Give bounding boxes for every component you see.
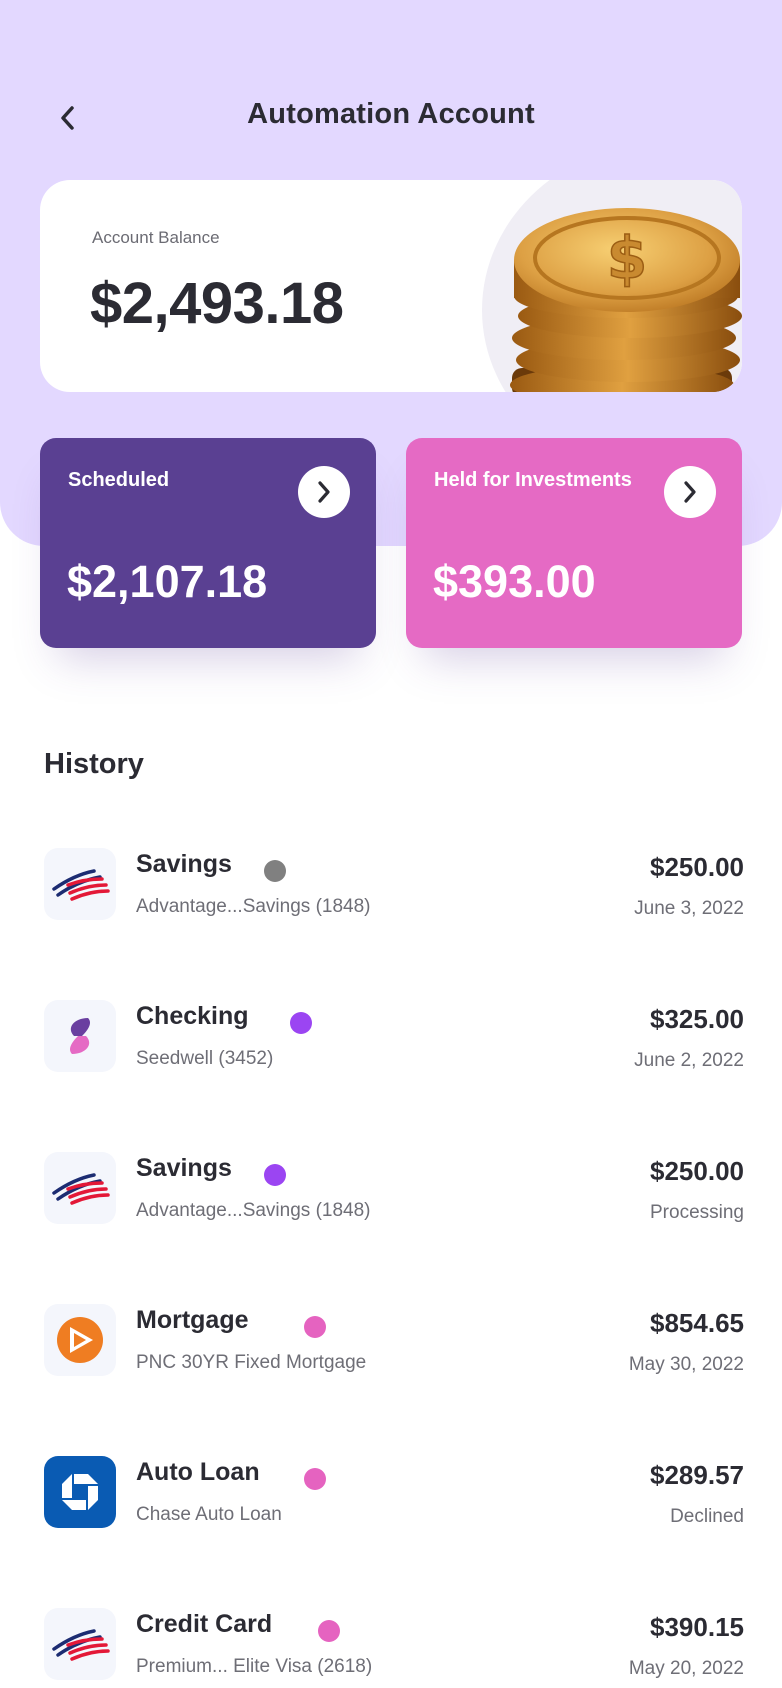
history-item-date: May 30, 2022 (628, 1354, 744, 1375)
status-dot (304, 1316, 326, 1338)
history-item[interactable]: Mortgage PNC 30YR Fixed Mortgage $854.65… (44, 1304, 744, 1394)
history-item[interactable]: Credit Card Premium... Elite Visa (2618)… (44, 1608, 744, 1688)
held-for-investments-label: Held for Investments (434, 469, 632, 491)
history-title: History (44, 748, 144, 780)
history-item-subtitle: Advantage...Savings (1848) (136, 896, 371, 917)
history-item-amount: $289.57 (650, 1460, 744, 1490)
scheduled-card[interactable]: Scheduled $2,107.18 (40, 438, 376, 648)
bank-of-america-logo (44, 1152, 116, 1224)
history-item-subtitle: Advantage...Savings (1848) (136, 1200, 371, 1221)
history-item-amount: $325.00 (650, 1004, 744, 1034)
held-for-investments-value: $393.00 (433, 556, 596, 607)
chevron-right-icon (318, 481, 330, 503)
history-item-date: Declined (670, 1506, 744, 1527)
history-item-title: Auto Loan (136, 1458, 260, 1486)
balance-value: $2,493.18 (90, 271, 344, 336)
history-item-amount: $250.00 (650, 852, 744, 882)
history-item-title: Checking (136, 1002, 249, 1030)
history-item[interactable]: Savings Advantage...Savings (1848) $250.… (44, 1152, 744, 1242)
history-item-title: Savings (136, 1154, 232, 1182)
history-item-subtitle: Seedwell (3452) (136, 1048, 274, 1069)
history-item-subtitle: Chase Auto Loan (136, 1504, 282, 1525)
history-item-title: Savings (136, 850, 232, 878)
scheduled-label: Scheduled (68, 469, 170, 491)
history-item-amount: $250.00 (650, 1156, 744, 1186)
held-for-investments-card[interactable]: Held for Investments $393.00 (406, 438, 742, 648)
gold-coins-image: $ (510, 208, 742, 392)
history-item-amount: $390.15 (650, 1612, 744, 1642)
status-dot (318, 1620, 340, 1642)
bank-of-america-logo (44, 1608, 116, 1680)
scheduled-value: $2,107.18 (67, 556, 268, 607)
bank-of-america-logo (44, 848, 116, 920)
svg-text:$: $ (607, 224, 647, 292)
history-item[interactable]: Checking Seedwell (3452) $325.00 June 2,… (44, 1000, 744, 1090)
seedwell-logo (44, 1000, 116, 1072)
history-item-subtitle: Premium... Elite Visa (2618) (136, 1656, 373, 1677)
chase-logo (44, 1456, 116, 1528)
history-item-date: May 20, 2022 (628, 1658, 744, 1679)
held-arrow-button[interactable] (664, 466, 716, 518)
history-item-date: June 2, 2022 (634, 1050, 744, 1071)
pnc-logo (44, 1304, 116, 1376)
status-dot (304, 1468, 326, 1490)
balance-label: Account Balance (92, 228, 220, 247)
scheduled-arrow-button[interactable] (298, 466, 350, 518)
history-item[interactable]: Savings Advantage...Savings (1848) $250.… (44, 848, 744, 938)
history-item-amount: $854.65 (650, 1308, 744, 1338)
history-item-date: Processing (650, 1202, 744, 1223)
history-item-date: June 3, 2022 (634, 898, 744, 919)
history-item-title: Mortgage (136, 1306, 249, 1334)
chevron-right-icon (684, 481, 696, 503)
history-item-subtitle: PNC 30YR Fixed Mortgage (136, 1352, 367, 1373)
history-item[interactable]: Auto Loan Chase Auto Loan $289.57 Declin… (44, 1456, 744, 1546)
page-title: Automation Account (247, 98, 535, 130)
history-item-title: Credit Card (136, 1610, 273, 1638)
account-balance-card: Account Balance $2,493.18 $ (40, 180, 742, 392)
status-dot (264, 860, 286, 882)
status-dot (264, 1164, 286, 1186)
status-dot (290, 1012, 312, 1034)
